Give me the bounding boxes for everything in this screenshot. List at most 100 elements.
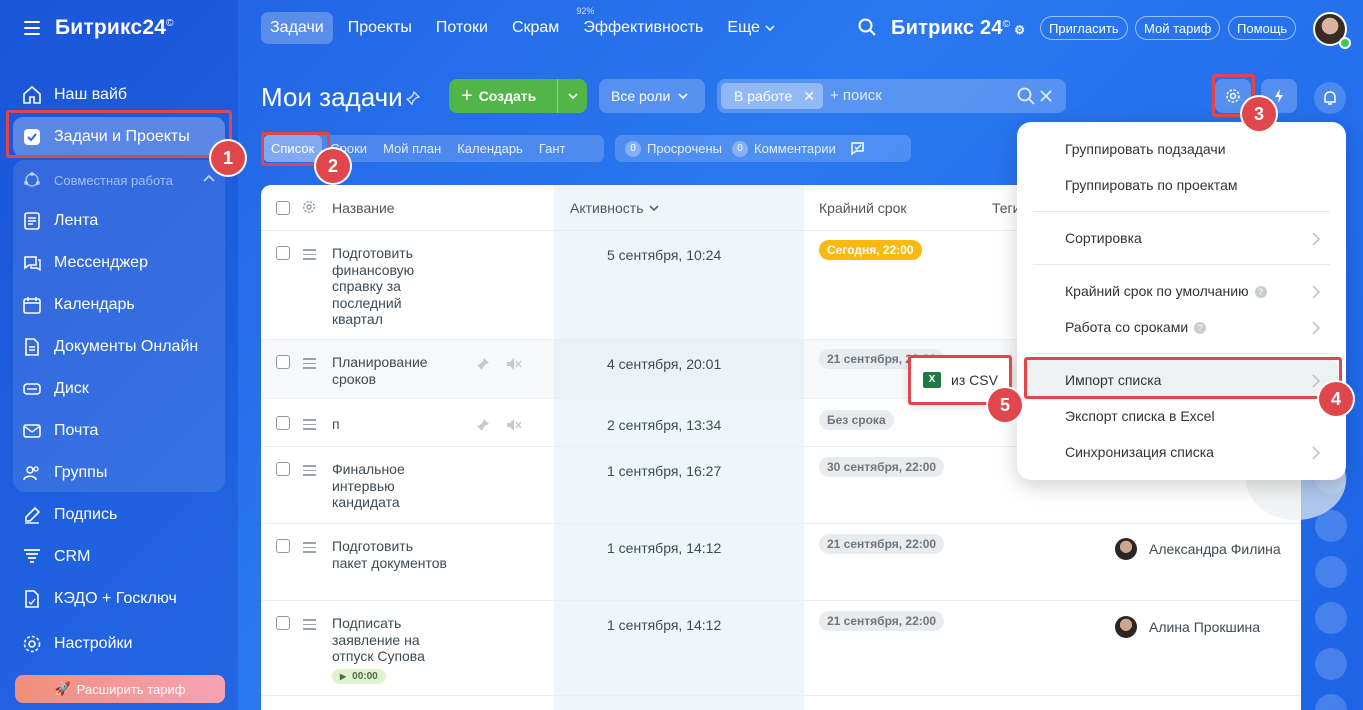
select-all-checkbox[interactable] — [276, 201, 290, 215]
responsible-person[interactable]: Александра Филина — [1115, 538, 1281, 560]
sidebar-section-collab[interactable]: Совместная работа — [13, 160, 225, 200]
menu-item-deadline-work[interactable]: Работа со сроками? — [1065, 319, 1207, 335]
topnav-flows[interactable]: Потоки — [427, 12, 497, 44]
create-dropdown-chevron-icon[interactable] — [557, 79, 587, 113]
menu-item-group-projects[interactable]: Группировать по проектам — [1065, 177, 1237, 193]
close-icon[interactable]: ✕ — [803, 88, 815, 105]
drag-handle-icon[interactable] — [303, 465, 316, 479]
document-sign-icon — [22, 589, 42, 609]
chat-icon[interactable] — [1315, 556, 1347, 588]
pin-icon — [477, 419, 489, 431]
row-checkbox[interactable] — [276, 416, 290, 430]
menu-item-sync[interactable]: Синхронизация списка — [1065, 444, 1214, 460]
table-row[interactable]: Подготовить пакет документов 1 сентября,… — [261, 524, 1301, 601]
search-input[interactable]: + поиск — [830, 87, 882, 104]
deadline-badge[interactable]: 21 сентября, 22:00 — [819, 534, 945, 554]
users-icon[interactable] — [1315, 602, 1347, 634]
sidebar-item-mail[interactable]: Почта — [13, 411, 225, 451]
roles-filter-button[interactable]: Все роли — [599, 79, 705, 113]
sidebar-item-sign[interactable]: Подпись — [13, 495, 225, 535]
row-checkbox[interactable] — [276, 616, 290, 630]
deadline-badge[interactable]: Без срока — [819, 410, 894, 430]
menu-burger-icon[interactable] — [24, 21, 40, 35]
task-title[interactable]: Подготовить пакет документов — [332, 538, 452, 571]
top-nav: Задачи Проекты Потоки Скрам 92% Эффективн… — [261, 6, 790, 44]
topnav-tasks[interactable]: Задачи — [261, 12, 333, 44]
menu-item-default-deadline[interactable]: Крайний срок по умолчанию? — [1065, 283, 1267, 299]
topnav-scrum[interactable]: Скрам — [503, 12, 568, 44]
row-checkbox[interactable] — [276, 246, 290, 260]
table-row[interactable]: Подписать заявление на отпуск Супова ▶ 00… — [261, 601, 1301, 696]
task-title[interactable]: Подготовить финансовую справку за послед… — [332, 245, 452, 328]
row-checkbox[interactable] — [276, 355, 290, 369]
notifications-button[interactable] — [1314, 82, 1346, 114]
filter-search-box[interactable]: В работе ✕ + поиск — [717, 79, 1066, 113]
sidebar-item-disk[interactable]: Диск — [13, 369, 225, 409]
comments-counter[interactable]: 0 Комментарии — [732, 140, 836, 157]
tab-calendar[interactable]: Календарь — [449, 135, 531, 162]
drag-handle-icon[interactable] — [303, 358, 316, 372]
my-tariff-button[interactable]: Мой тариф — [1135, 16, 1221, 40]
task-title[interactable]: Финальное интервью кандидата — [332, 461, 452, 511]
menu-item-sorting[interactable]: Сортировка — [1065, 230, 1142, 246]
drag-handle-icon[interactable] — [303, 419, 316, 433]
sidebar-item-settings[interactable]: Настройки — [13, 624, 225, 664]
menu-item-group-subtasks[interactable]: Группировать подзадачи — [1065, 141, 1226, 157]
home-icon — [22, 85, 42, 105]
clear-icon[interactable] — [1038, 88, 1054, 104]
avatar[interactable] — [1315, 694, 1347, 710]
tab-my-plan[interactable]: Мой план — [375, 135, 449, 162]
sidebar-item-docs[interactable]: Документы Онлайн — [13, 327, 225, 367]
copilot-icon[interactable] — [1315, 648, 1347, 680]
pin-icon[interactable] — [405, 90, 421, 106]
help-icon[interactable]: ? — [1194, 322, 1207, 334]
row-checkbox[interactable] — [276, 539, 290, 553]
tab-gantt[interactable]: Гант — [531, 135, 574, 162]
task-title[interactable]: Подписать заявление на отпуск Супова — [332, 615, 452, 665]
search-icon[interactable] — [1017, 87, 1035, 105]
filter-chip[interactable]: В работе ✕ — [721, 83, 823, 109]
sidebar-item-kedo[interactable]: КЭДО + Госключ — [13, 579, 225, 619]
invite-button[interactable]: Пригласить — [1040, 16, 1128, 40]
sliders-icon[interactable]: ⚙ — [1014, 23, 1025, 37]
column-header-deadline[interactable]: Крайний срок — [819, 200, 907, 216]
lightning-icon — [1275, 89, 1283, 103]
sidebar-item-feed[interactable]: Лента — [13, 201, 225, 241]
column-header-name[interactable]: Название — [332, 200, 395, 216]
deadline-badge[interactable]: Сегодня, 22:00 — [819, 240, 922, 260]
mail-icon — [22, 421, 42, 441]
sidebar-item-groups[interactable]: Группы — [13, 453, 225, 493]
responsible-person[interactable]: Алина Прокшина — [1115, 616, 1260, 638]
sidebar-item-label: Группы — [54, 464, 108, 481]
drag-handle-icon[interactable] — [303, 249, 316, 263]
gear-icon[interactable] — [302, 200, 316, 214]
sidebar-item-crm[interactable]: CRM — [13, 537, 225, 577]
drag-handle-icon[interactable] — [303, 619, 316, 633]
help-button[interactable]: Помощь — [1228, 16, 1297, 40]
menu-item-export-excel[interactable]: Экспорт списка в Excel — [1065, 408, 1215, 424]
overdue-counter[interactable]: 0 Просрочены — [625, 140, 722, 157]
sidebar-item-calendar[interactable]: Календарь — [13, 285, 225, 325]
topnav-efficiency[interactable]: 92% Эффективность — [574, 6, 712, 44]
sidebar-logo[interactable]: Битрикс24© — [55, 16, 174, 40]
task-title[interactable]: п — [332, 416, 452, 433]
sidebar-item-messenger[interactable]: Мессенджер — [13, 243, 225, 283]
deadline-badge[interactable]: 30 сентября, 22:00 — [819, 457, 945, 477]
column-header-activity[interactable]: Активность — [570, 200, 659, 216]
brand-logo: Битрикс 24© ⚙ — [891, 17, 1026, 39]
counters-bar: 0 Просрочены 0 Комментарии — [615, 135, 911, 162]
row-checkbox[interactable] — [276, 462, 290, 476]
row-actions — [476, 357, 526, 371]
read-all-comments-icon[interactable] — [850, 140, 868, 158]
drag-handle-icon[interactable] — [303, 542, 316, 556]
topnav-more[interactable]: Еще — [718, 12, 784, 44]
task-title[interactable]: Планирование сроков — [332, 354, 452, 387]
upgrade-tariff-button[interactable]: 🚀 Расширить тариф — [15, 675, 225, 703]
topnav-projects[interactable]: Проекты — [339, 12, 421, 44]
deadline-badge[interactable]: 21 сентября, 22:00 — [819, 611, 945, 631]
time-tracker[interactable]: ▶ 00:00 — [332, 669, 386, 684]
create-task-button[interactable]: + Создать — [449, 79, 587, 113]
help-icon[interactable]: ? — [1254, 286, 1267, 298]
search-icon[interactable] — [858, 18, 876, 36]
sidebar-item-vibe[interactable]: Наш вайб — [13, 75, 225, 115]
